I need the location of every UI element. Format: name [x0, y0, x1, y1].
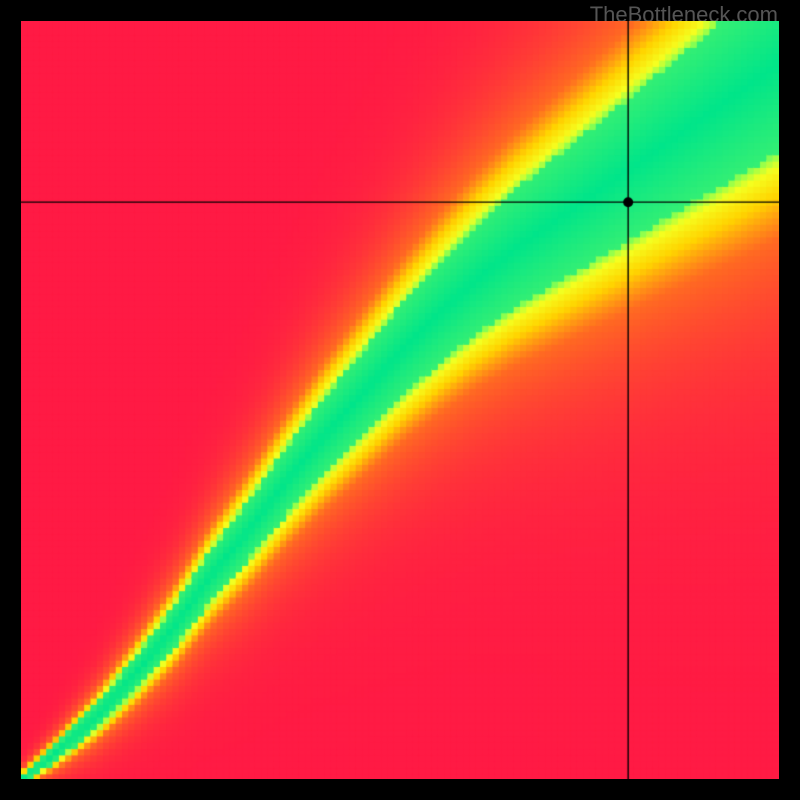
heatmap-canvas [21, 21, 779, 779]
heatmap-chart [21, 21, 779, 779]
